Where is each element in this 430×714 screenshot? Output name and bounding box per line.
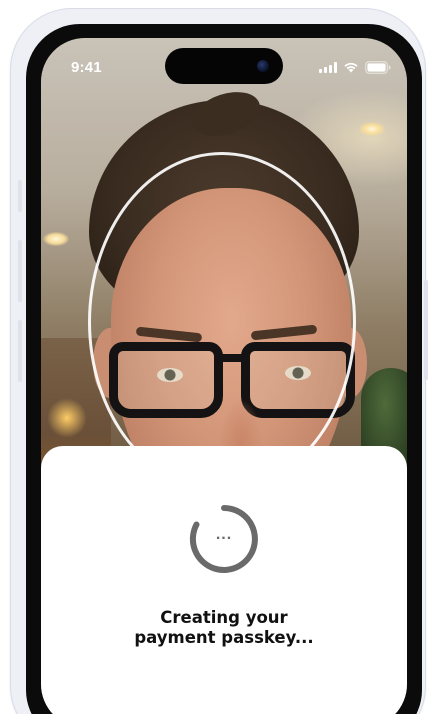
face-guide-oval: [88, 152, 356, 492]
background-lamp: [47, 398, 87, 438]
page: 9:41 ... Creating your payment passkey..…: [0, 0, 430, 714]
front-camera-icon: [257, 60, 269, 72]
wifi-icon: [343, 61, 359, 73]
volume-up-button: [18, 240, 22, 302]
ceiling-light: [43, 232, 69, 246]
spinner-dots: ...: [215, 526, 233, 543]
ceiling-light: [359, 122, 385, 136]
power-button: [424, 280, 428, 380]
status-message-line-2: payment passkey...: [134, 628, 314, 647]
volume-down-button: [18, 320, 22, 382]
status-bar: 9:41: [41, 38, 407, 92]
loading-spinner: ...: [189, 504, 259, 574]
status-time: 9:41: [71, 59, 102, 76]
silent-switch: [18, 180, 22, 212]
dynamic-island: [165, 48, 283, 84]
status-message: Creating your payment passkey...: [61, 608, 387, 648]
status-message-line-1: Creating your: [160, 608, 288, 627]
status-icons: [319, 60, 391, 74]
battery-icon: [365, 60, 391, 74]
phone-screen: 9:41 ... Creating your payment passkey..…: [41, 38, 407, 714]
signal-icon: [319, 61, 337, 73]
passkey-sheet: ... Creating your payment passkey...: [41, 446, 407, 714]
